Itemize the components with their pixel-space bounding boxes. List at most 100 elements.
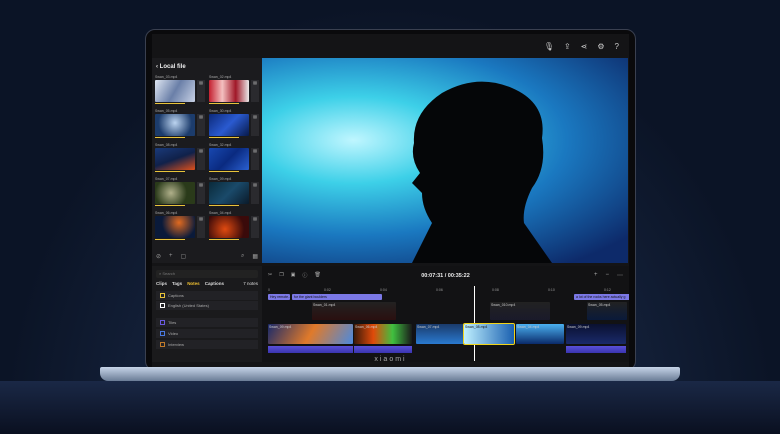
- library-clip[interactable]: Swan_02.mp4 ▤: [209, 75, 259, 105]
- clip-thumbnail: [155, 182, 195, 204]
- tab-captions[interactable]: Captions: [205, 281, 224, 286]
- video-preview[interactable]: [262, 58, 628, 263]
- library-title-text: Local file: [159, 64, 186, 70]
- library-clip[interactable]: Swan_06.mp4 ▤: [155, 211, 205, 241]
- tag-row[interactable]: Tiles: [156, 318, 258, 327]
- tag-icon: [160, 331, 165, 336]
- overlay-clip[interactable]: Swan_010.mp4: [490, 302, 550, 320]
- video-clip[interactable]: Swan_04.mp4: [516, 324, 564, 344]
- library-clip[interactable]: Swan_09.mp4 ▤: [209, 177, 259, 207]
- tag-label: Video: [168, 331, 179, 336]
- library-clip[interactable]: Swan_04.mp4 ▤: [209, 211, 259, 241]
- ruler-tick: 0:08: [492, 288, 499, 292]
- ruler-tick: 0:06: [436, 288, 443, 292]
- clip-progress: [155, 137, 185, 138]
- library-clip[interactable]: Swan_07.mp4 ▤: [155, 177, 205, 207]
- timeline: ✂ ❐ ▣ ⓘ 🗑 00:07:31 / 00:35:22 + − ⋯ 0 0:02 0:04 0…: [262, 266, 629, 362]
- zoom-out-icon[interactable]: −: [605, 272, 609, 279]
- tag-row[interactable]: Video: [156, 329, 258, 338]
- library-clip[interactable]: Swan_30.mp4 ▤: [209, 109, 259, 139]
- desk-surface: [0, 381, 780, 434]
- note-row[interactable]: Captions: [156, 291, 258, 300]
- delete-icon[interactable]: ▢: [181, 253, 187, 260]
- tab-notes[interactable]: Notes: [187, 281, 200, 286]
- note-row[interactable]: English (United States): [156, 301, 258, 310]
- clip-progress: [209, 205, 239, 206]
- caption-clip[interactable]: a lot of the rocks here actually g: [574, 294, 629, 300]
- clip-progress: [209, 239, 239, 240]
- clip-options-icon[interactable]: ▤: [251, 114, 259, 136]
- search-input[interactable]: ⌕ Search: [156, 270, 258, 278]
- note-label: Captions: [168, 293, 184, 298]
- search-placeholder: Search: [162, 271, 176, 276]
- library-clip[interactable]: Swan_05.mp4 ▤: [155, 109, 205, 139]
- clip-thumbnail: [209, 182, 249, 204]
- clip-progress: [209, 137, 239, 138]
- clip-progress: [155, 171, 185, 172]
- tag-row[interactable]: Interview: [156, 340, 258, 349]
- video-clip[interactable]: Swan_09.mp4: [268, 324, 353, 344]
- clip-progress: [155, 103, 185, 104]
- clip-grid: Swan_03.mp4 ▤ Swan_02.mp4 ▤ Swan_05.mp4 ▤ Swan…: [155, 75, 259, 241]
- video-clip[interactable]: Swan_09.mp4: [566, 324, 626, 344]
- ruler-tick: 0:02: [324, 288, 331, 292]
- clip-thumbnail: [209, 216, 249, 238]
- video-clip[interactable]: Swan_08.mp4: [463, 323, 515, 345]
- library-clip[interactable]: Swan_03.mp4 ▤: [155, 75, 205, 105]
- tag-label: Tiles: [168, 320, 177, 325]
- help-icon[interactable]: ?: [615, 42, 619, 51]
- clip-options-icon[interactable]: ▤: [251, 182, 259, 204]
- notes-count: 7 notes: [243, 281, 258, 286]
- more-icon[interactable]: ⋯: [617, 272, 623, 279]
- clip-options-icon[interactable]: ▤: [197, 216, 205, 238]
- video-clip[interactable]: Swan_07.mp4: [416, 324, 464, 344]
- tab-tags[interactable]: Tags: [172, 281, 182, 286]
- clip-thumbnail: [209, 148, 249, 170]
- add-icon[interactable]: +: [169, 253, 173, 260]
- clip-options-icon[interactable]: ▤: [197, 80, 205, 102]
- clip-options-icon[interactable]: ▤: [197, 182, 205, 204]
- note-label: English (United States): [168, 303, 209, 308]
- silhouette-image: [412, 81, 552, 263]
- library-clip[interactable]: Swan_08.mp4 ▤: [155, 143, 205, 173]
- zoom-in-icon[interactable]: +: [594, 272, 598, 279]
- clip-options-icon[interactable]: ▤: [197, 148, 205, 170]
- tag-label: Interview: [168, 342, 185, 347]
- connect-icon[interactable]: ⋖: [581, 42, 588, 51]
- tab-clips[interactable]: Clips: [156, 281, 167, 286]
- library-tools: ⊘ + ▢ ⌕ ▦: [156, 253, 258, 260]
- clip-options-icon[interactable]: ▤: [251, 216, 259, 238]
- library-title[interactable]: ‹ Local file: [156, 64, 186, 70]
- checkbox-icon[interactable]: [160, 303, 165, 308]
- audio-waveform[interactable]: [268, 346, 353, 353]
- share-icon[interactable]: ⇪: [564, 42, 571, 51]
- audio-waveform[interactable]: [354, 346, 412, 353]
- microphone-icon[interactable]: 🎙: [544, 42, 554, 51]
- timecode: 00:07:31 / 00:35:22: [421, 273, 470, 279]
- caption-clip[interactable]: for the giant boulders: [292, 294, 382, 300]
- clip-thumbnail: [155, 216, 195, 238]
- clip-options-icon[interactable]: ▤: [251, 148, 259, 170]
- clip-progress: [209, 171, 239, 172]
- select-icon[interactable]: ⊘: [156, 253, 161, 260]
- settings-icon[interactable]: ⚙: [597, 42, 604, 51]
- ruler-tick: 0:12: [604, 288, 611, 292]
- clip-thumbnail: [155, 148, 195, 170]
- audio-waveform[interactable]: [566, 346, 626, 353]
- search-icon[interactable]: ⌕: [241, 253, 244, 260]
- overlay-clip[interactable]: Swan_05.mp4: [587, 302, 627, 320]
- clip-options-icon[interactable]: ▤: [197, 114, 205, 136]
- overlay-clip[interactable]: Swan_01.mp4: [312, 302, 396, 320]
- caption-clip[interactable]: Hey remote...: [268, 294, 290, 300]
- library-clip[interactable]: Swan_32.mp4 ▤: [209, 143, 259, 173]
- clip-progress: [209, 103, 239, 104]
- clip-thumbnail: [209, 114, 249, 136]
- clip-options-icon[interactable]: ▤: [251, 80, 259, 102]
- grid-icon[interactable]: ▦: [252, 253, 258, 260]
- notes-tabs: Clips Tags Notes Captions 7 notes: [156, 281, 258, 286]
- video-clip[interactable]: Swan_06.mp4: [354, 324, 412, 344]
- clip-thumbnail: [155, 114, 195, 136]
- checkbox-icon[interactable]: [160, 293, 165, 298]
- clip-progress: [155, 205, 185, 206]
- ruler-tick: 0:04: [380, 288, 387, 292]
